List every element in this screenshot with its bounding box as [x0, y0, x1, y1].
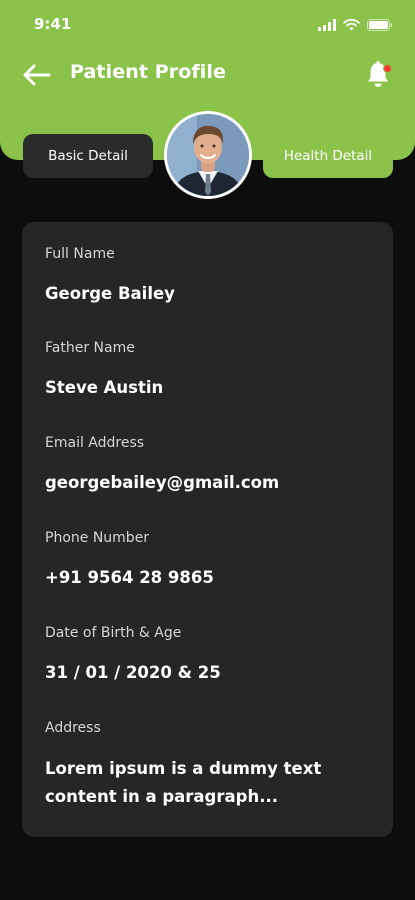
- dob-age-value: 31 / 01 / 2020 & 25: [45, 663, 221, 682]
- full-name-value: George Bailey: [45, 284, 175, 303]
- wifi-icon: [343, 16, 360, 35]
- email-value: georgebailey@gmail.com: [45, 473, 280, 492]
- tab-health-detail[interactable]: Health Detail: [263, 134, 393, 178]
- patient-avatar: [167, 114, 249, 196]
- battery-icon: [367, 16, 393, 35]
- address-label: Address: [45, 720, 101, 736]
- address-value: Lorem ipsum is a dummy text content in a…: [45, 759, 322, 806]
- father-name-label: Father Name: [45, 340, 135, 356]
- avatar: [164, 111, 252, 199]
- status-bar: 9:41: [0, 0, 415, 50]
- father-name-value: Steve Austin: [45, 378, 164, 397]
- dob-age-label: Date of Birth & Age: [45, 625, 182, 641]
- back-button[interactable]: [20, 60, 54, 94]
- notification-button[interactable]: [365, 60, 395, 92]
- page-title: Patient Profile: [70, 61, 226, 83]
- phone-value: +91 9564 28 9865: [45, 568, 214, 587]
- phone-label: Phone Number: [45, 530, 150, 546]
- status-icons: [318, 16, 393, 35]
- arrow-left-icon: [23, 64, 51, 90]
- tab-basic-detail[interactable]: Basic Detail: [23, 134, 153, 178]
- signal-icon: [318, 16, 336, 35]
- details-card: Full Name George Bailey Father Name Stev…: [22, 222, 393, 837]
- status-time: 9:41: [34, 15, 72, 33]
- email-label: Email Address: [45, 435, 145, 451]
- bell-icon: [365, 61, 391, 94]
- full-name-label: Full Name: [45, 246, 115, 262]
- notification-badge: [383, 64, 392, 73]
